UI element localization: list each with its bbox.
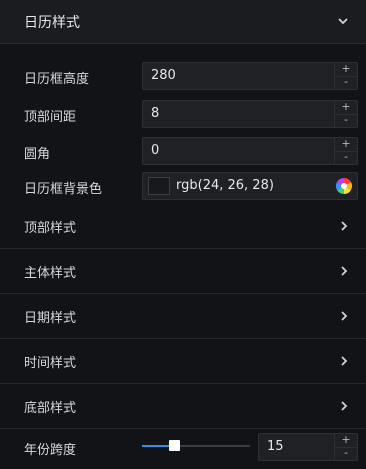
corner-radius-row: 圆角 0 + -	[0, 137, 366, 167]
calendar-height-value[interactable]: 280	[151, 68, 176, 83]
section-header[interactable]: 日历样式	[0, 0, 366, 44]
year-span-label: 年份跨度	[24, 443, 77, 458]
header-title: 日历样式	[24, 15, 80, 31]
top-spacing-stepper: + -	[334, 101, 357, 127]
year-span-row: 年份跨度 15 + -	[0, 433, 366, 463]
calendar-style-panel: 日历样式 日历框高度 280 + - 顶部间距 8 + - 圆角 0 + - 日…	[0, 0, 366, 469]
corner-radius-label: 圆角	[24, 147, 51, 162]
year-span-slider[interactable]	[142, 439, 250, 453]
section-label: 日期样式	[24, 311, 77, 326]
slider-handle[interactable]	[169, 440, 180, 451]
corner-radius-input[interactable]: 0 + -	[142, 137, 358, 165]
section-label: 主体样式	[24, 266, 77, 281]
section-label: 时间样式	[24, 356, 77, 371]
section-date-style[interactable]: 日期样式	[0, 294, 366, 339]
corner-radius-stepper: + -	[334, 138, 357, 164]
color-wheel-icon[interactable]	[335, 177, 353, 195]
chevron-right-icon[interactable]	[340, 265, 348, 277]
background-color-picker[interactable]: rgb(24, 26, 28)	[142, 172, 358, 200]
top-spacing-row: 顶部间距 8 + -	[0, 100, 366, 130]
decrement-button[interactable]: -	[335, 76, 357, 89]
year-span-input[interactable]: 15 + -	[258, 433, 358, 461]
color-swatch[interactable]	[148, 177, 170, 195]
chevron-right-icon[interactable]	[340, 400, 348, 412]
section-body-style[interactable]: 主体样式	[0, 249, 366, 294]
background-color-label: 日历框背景色	[24, 182, 103, 197]
color-value[interactable]: rgb(24, 26, 28)	[176, 178, 274, 193]
background-color-row: 日历框背景色 rgb(24, 26, 28)	[0, 172, 366, 202]
decrement-button[interactable]: -	[335, 447, 357, 460]
calendar-height-row: 日历框高度 280 + -	[0, 62, 366, 92]
chevron-right-icon[interactable]	[340, 355, 348, 367]
top-spacing-input[interactable]: 8 + -	[142, 100, 358, 128]
corner-radius-value[interactable]: 0	[151, 143, 159, 158]
section-label: 顶部样式	[24, 221, 77, 236]
top-spacing-value[interactable]: 8	[151, 106, 159, 121]
section-time-style[interactable]: 时间样式	[0, 339, 366, 384]
section-top-style[interactable]: 顶部样式	[0, 204, 366, 249]
decrement-button[interactable]: -	[335, 114, 357, 127]
year-span-stepper: + -	[334, 434, 357, 460]
calendar-height-label: 日历框高度	[24, 72, 90, 87]
chevron-down-icon[interactable]	[336, 14, 350, 28]
chevron-right-icon[interactable]	[340, 310, 348, 322]
section-label: 底部样式	[24, 401, 77, 416]
calendar-height-input[interactable]: 280 + -	[142, 62, 358, 90]
top-spacing-label: 顶部间距	[24, 110, 77, 125]
year-span-value[interactable]: 15	[267, 439, 284, 454]
chevron-right-icon[interactable]	[340, 220, 348, 232]
calendar-height-stepper: + -	[334, 63, 357, 89]
section-footer-style[interactable]: 底部样式	[0, 384, 366, 429]
decrement-button[interactable]: -	[335, 151, 357, 164]
